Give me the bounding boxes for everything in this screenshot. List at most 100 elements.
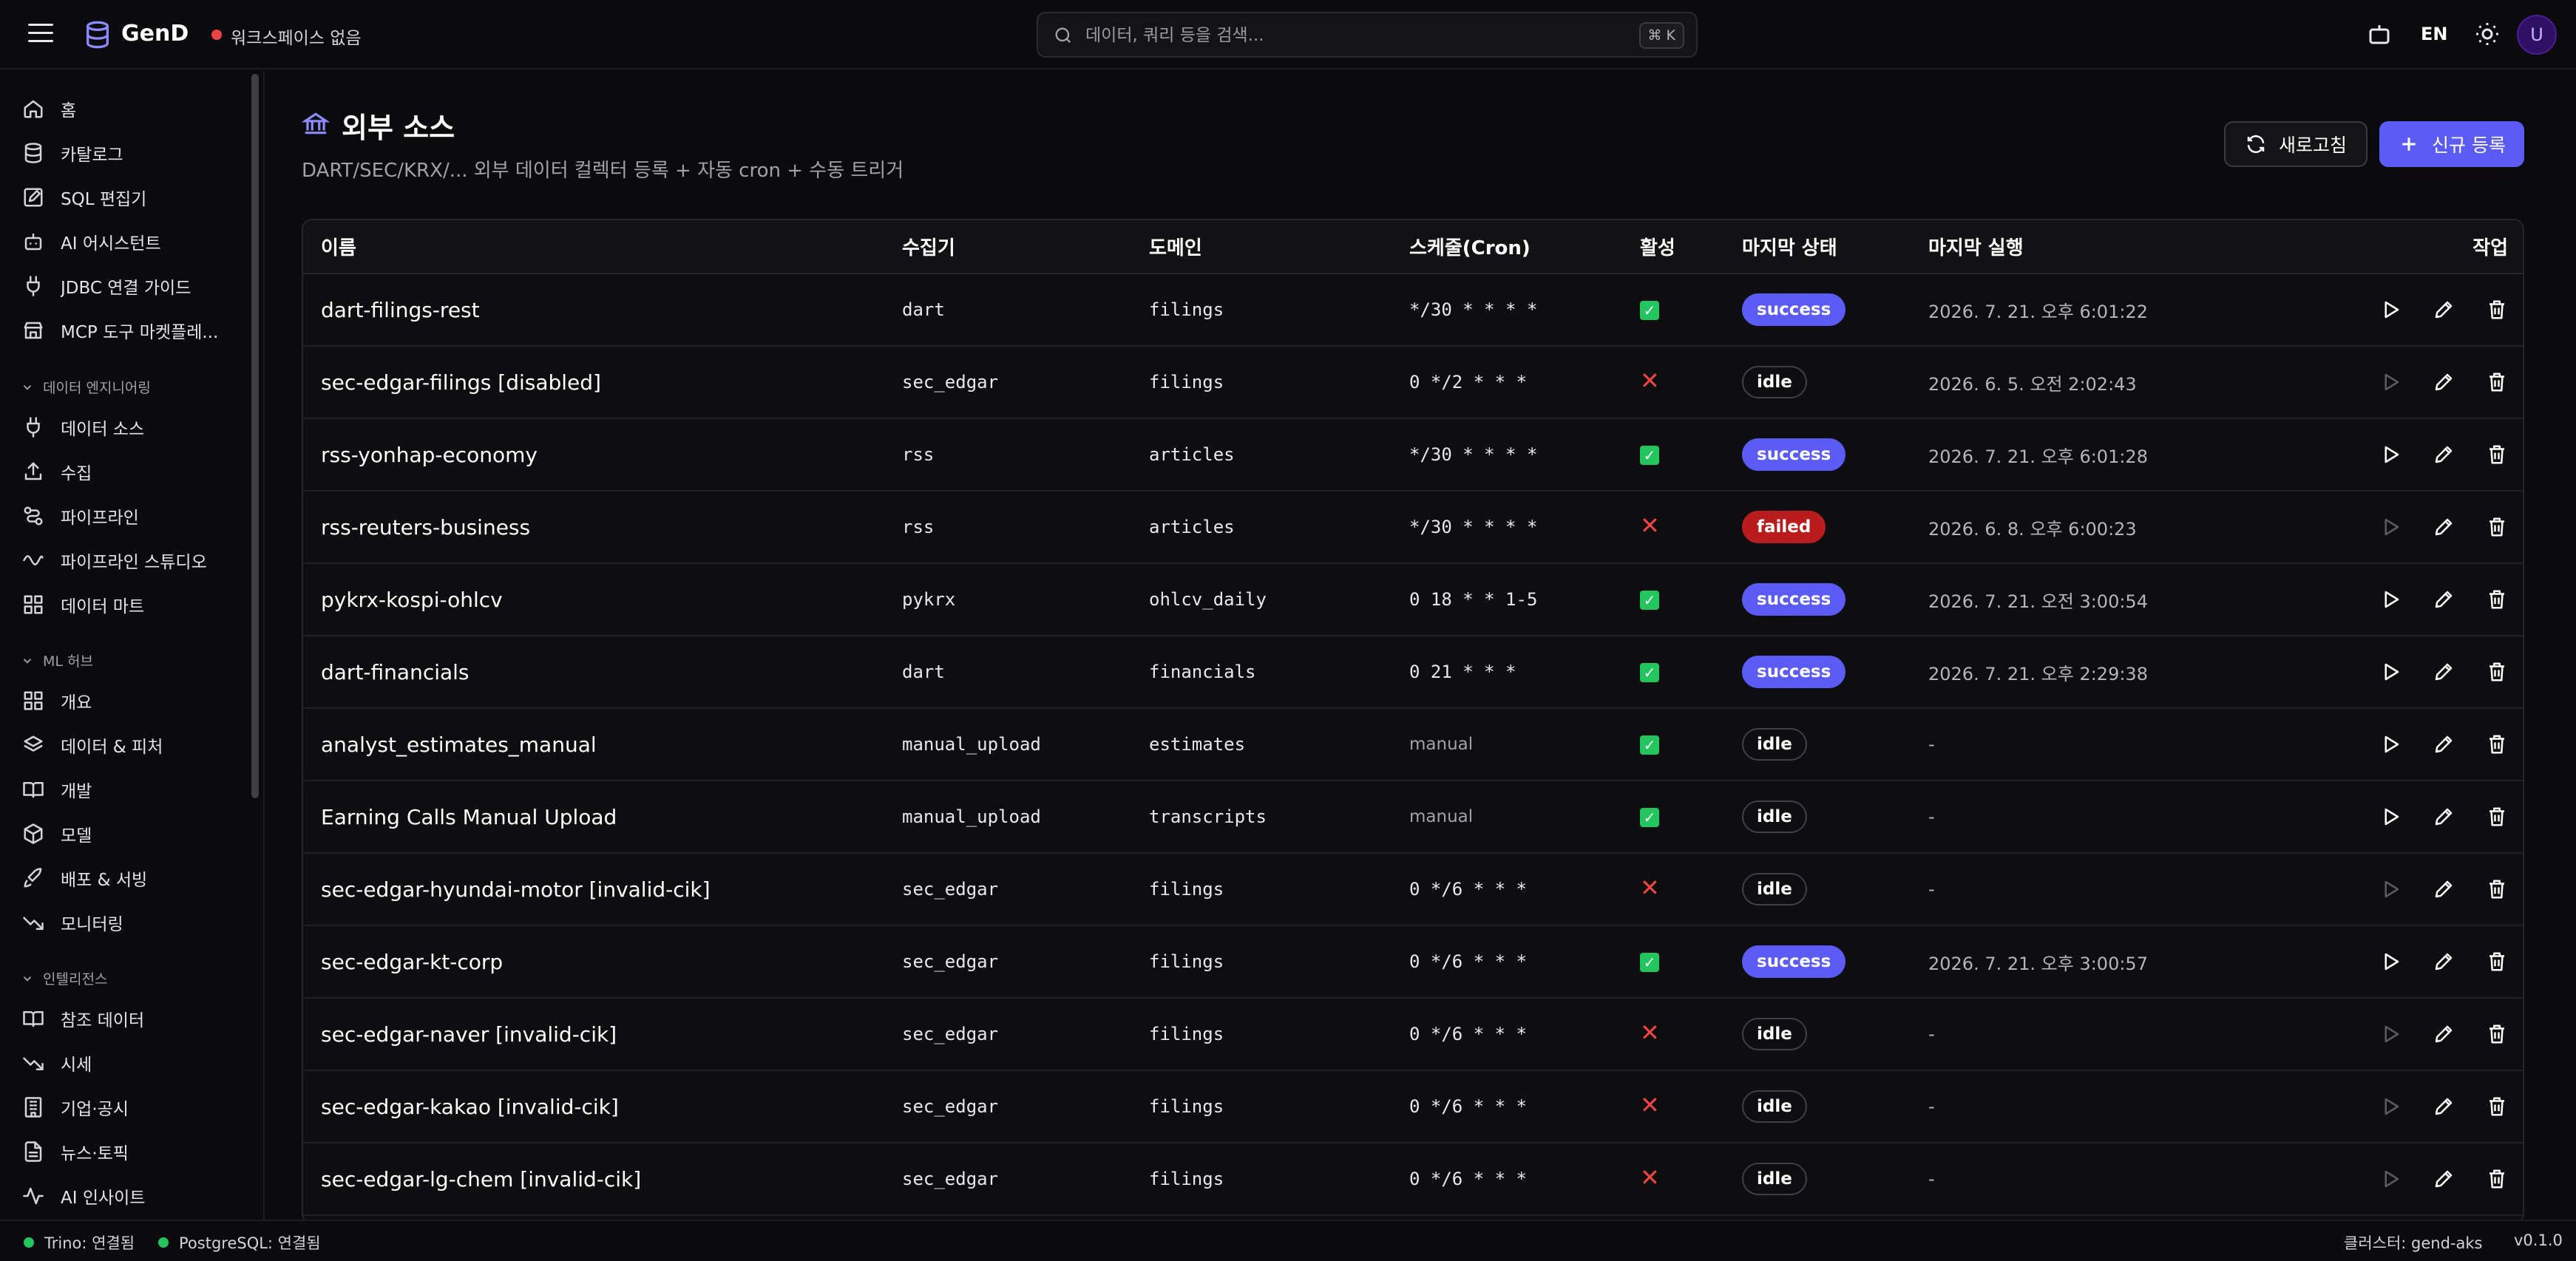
run-icon[interactable] xyxy=(2379,806,2402,828)
sidebar-item-items_top-5[interactable]: MCP 도구 마켓플레... xyxy=(22,312,244,349)
language-toggle[interactable]: EN xyxy=(2421,24,2447,44)
source-name[interactable]: rss-reuters-business xyxy=(303,491,884,563)
search-input[interactable] xyxy=(1085,22,1559,49)
pencil-icon[interactable] xyxy=(2433,661,2455,683)
sidebar-item-items_intel-1[interactable]: 시세 xyxy=(22,1044,244,1081)
app-name[interactable]: GenD xyxy=(121,21,189,47)
avatar[interactable]: U xyxy=(2517,15,2557,55)
table-row[interactable]: pykrx-kospi-ohlcv pykrx ohlcv_daily 0 18 * … xyxy=(303,563,2523,636)
sidebar-item-items_ml-3[interactable]: 모델 xyxy=(22,815,244,852)
sidebar-item-items_ml-2[interactable]: 개발 xyxy=(22,771,244,808)
sidebar-item-items_intel-4[interactable]: AI 인사이트 xyxy=(22,1177,244,1214)
sidebar-item-items_ml-4[interactable]: 배포 & 서빙 xyxy=(22,860,244,897)
pencil-icon[interactable] xyxy=(2433,443,2455,466)
col-header-active[interactable]: 활성 xyxy=(1622,220,1724,274)
new-register-button[interactable]: 신규 등록 xyxy=(2379,121,2524,167)
table-row[interactable]: analyst_estimates_manual manual_upload est… xyxy=(303,708,2523,781)
trash-icon[interactable] xyxy=(2486,806,2508,828)
sidebar-item-items_data_eng-3[interactable]: 파이프라인 스튜디오 xyxy=(22,542,244,579)
sidebar-item-items_data_eng-1[interactable]: 수집 xyxy=(22,453,244,490)
trash-icon[interactable] xyxy=(2486,371,2508,393)
trash-icon[interactable] xyxy=(2486,443,2508,466)
sidebar-item-items_top-3[interactable]: AI 어시스턴트 xyxy=(22,223,244,260)
sidebar-item-items_top-1[interactable]: 카탈로그 xyxy=(22,135,244,171)
run-icon[interactable] xyxy=(2379,878,2402,900)
pencil-icon[interactable] xyxy=(2433,1023,2455,1045)
sidebar-item-items_data_eng-4[interactable]: 데이터 마트 xyxy=(22,586,244,623)
sidebar-item-items_top-2[interactable]: SQL 편집기 xyxy=(22,179,244,216)
trash-icon[interactable] xyxy=(2486,588,2508,611)
trash-icon[interactable] xyxy=(2486,661,2508,683)
table-row[interactable]: sec-edgar-filings [disabled] sec_edgar fil… xyxy=(303,346,2523,418)
source-name[interactable]: sec-edgar-filings [disabled] xyxy=(303,346,884,418)
pencil-icon[interactable] xyxy=(2433,951,2455,973)
sidebar-item-items_top-0[interactable]: 홈 xyxy=(22,90,244,127)
source-name[interactable]: sec-edgar-lg-chem [invalid-cik] xyxy=(303,1143,884,1215)
run-icon[interactable] xyxy=(2379,299,2402,321)
sidebar-item-items_intel-3[interactable]: 뉴스·토픽 xyxy=(22,1133,244,1170)
bot-icon[interactable] xyxy=(2366,21,2393,47)
menu-icon[interactable] xyxy=(28,24,53,44)
sidebar-group-group_intel[interactable]: 인텔리전스 xyxy=(21,968,107,988)
trash-icon[interactable] xyxy=(2486,951,2508,973)
col-header-collector[interactable]: 수집기 xyxy=(884,220,1131,274)
sidebar-item-items_ml-0[interactable]: 개요 xyxy=(22,682,244,719)
pencil-icon[interactable] xyxy=(2433,878,2455,900)
source-name[interactable]: Earning Calls Manual Upload xyxy=(303,781,884,853)
run-icon[interactable] xyxy=(2379,371,2402,393)
sidebar-group-group_ml[interactable]: ML 허브 xyxy=(21,650,93,670)
table-row[interactable]: sec-edgar-lg-chem [invalid-cik] sec_edgar… xyxy=(303,1143,2523,1215)
source-name[interactable]: sec-edgar-kt-corp xyxy=(303,925,884,998)
table-row[interactable]: sec-edgar-kt-corp sec_edgar filings 0 */6 *… xyxy=(303,925,2523,998)
table-row[interactable]: sec-edgar-naver [invalid-cik] sec_edgar fi… xyxy=(303,998,2523,1070)
sidebar-item-items_data_eng-0[interactable]: 데이터 소스 xyxy=(22,409,244,446)
theme-sun-icon[interactable] xyxy=(2474,21,2501,47)
sidebar-item-items_ml-1[interactable]: 데이터 & 피처 xyxy=(22,727,244,764)
source-name[interactable]: dart-financials xyxy=(303,636,884,708)
source-name[interactable]: pykrx-kospi-ohlcv xyxy=(303,563,884,636)
table-row[interactable]: Earning Calls Manual Upload manual_upload… xyxy=(303,781,2523,853)
pencil-icon[interactable] xyxy=(2433,371,2455,393)
pencil-icon[interactable] xyxy=(2433,733,2455,755)
trash-icon[interactable] xyxy=(2486,1023,2508,1045)
pencil-icon[interactable] xyxy=(2433,1168,2455,1190)
table-row[interactable]: sec-edgar-hyundai-motor [invalid-cik] sec… xyxy=(303,853,2523,925)
sidebar-item-items_intel-2[interactable]: 기업·공시 xyxy=(22,1089,244,1126)
col-header-last-status[interactable]: 마지막 상태 xyxy=(1724,220,1911,274)
refresh-button[interactable]: 새로고침 xyxy=(2224,121,2367,167)
col-header-name[interactable]: 이름 xyxy=(303,220,884,274)
trash-icon[interactable] xyxy=(2486,1168,2508,1190)
run-icon[interactable] xyxy=(2379,1168,2402,1190)
trash-icon[interactable] xyxy=(2486,1095,2508,1118)
run-icon[interactable] xyxy=(2379,661,2402,683)
run-icon[interactable] xyxy=(2379,733,2402,755)
pencil-icon[interactable] xyxy=(2433,516,2455,538)
run-icon[interactable] xyxy=(2379,1095,2402,1118)
pencil-icon[interactable] xyxy=(2433,588,2455,611)
source-name[interactable]: analyst_estimates_manual xyxy=(303,708,884,781)
table-row[interactable]: rss-reuters-business rss articles */30 * * … xyxy=(303,491,2523,563)
sidebar-item-items_top-4[interactable]: JDBC 연결 가이드 xyxy=(22,268,244,305)
table-row[interactable]: rss-yonhap-economy rss articles */30 * * * … xyxy=(303,418,2523,491)
sidebar-item-items_intel-0[interactable]: 참조 데이터 xyxy=(22,1000,244,1037)
search-box[interactable]: ⌘ K xyxy=(1037,12,1698,58)
run-icon[interactable] xyxy=(2379,1023,2402,1045)
source-name[interactable]: sec-edgar-naver [invalid-cik] xyxy=(303,998,884,1070)
col-header-domain[interactable]: 도메인 xyxy=(1131,220,1392,274)
table-row[interactable]: dart-filings-rest dart filings */30 * * * *… xyxy=(303,273,2523,346)
run-icon[interactable] xyxy=(2379,516,2402,538)
sidebar-group-group_data_eng[interactable]: 데이터 엔지니어링 xyxy=(21,377,151,397)
trash-icon[interactable] xyxy=(2486,733,2508,755)
run-icon[interactable] xyxy=(2379,443,2402,466)
pencil-icon[interactable] xyxy=(2433,299,2455,321)
source-name[interactable]: sec-edgar-kakao [invalid-cik] xyxy=(303,1070,884,1143)
table-row[interactable]: sec-edgar-kakao [invalid-cik] sec_edgar fi… xyxy=(303,1070,2523,1143)
run-icon[interactable] xyxy=(2379,588,2402,611)
trash-icon[interactable] xyxy=(2486,299,2508,321)
trash-icon[interactable] xyxy=(2486,516,2508,538)
pencil-icon[interactable] xyxy=(2433,1095,2455,1118)
source-name[interactable]: dart-filings-rest xyxy=(303,273,884,346)
sidebar-item-items_ml-5[interactable]: 모니터링 xyxy=(22,904,244,941)
workspace-selector[interactable]: 워크스페이스 없음 xyxy=(231,24,362,49)
table-row[interactable]: dart-financials dart financials 0 21 * * * ✓… xyxy=(303,636,2523,708)
